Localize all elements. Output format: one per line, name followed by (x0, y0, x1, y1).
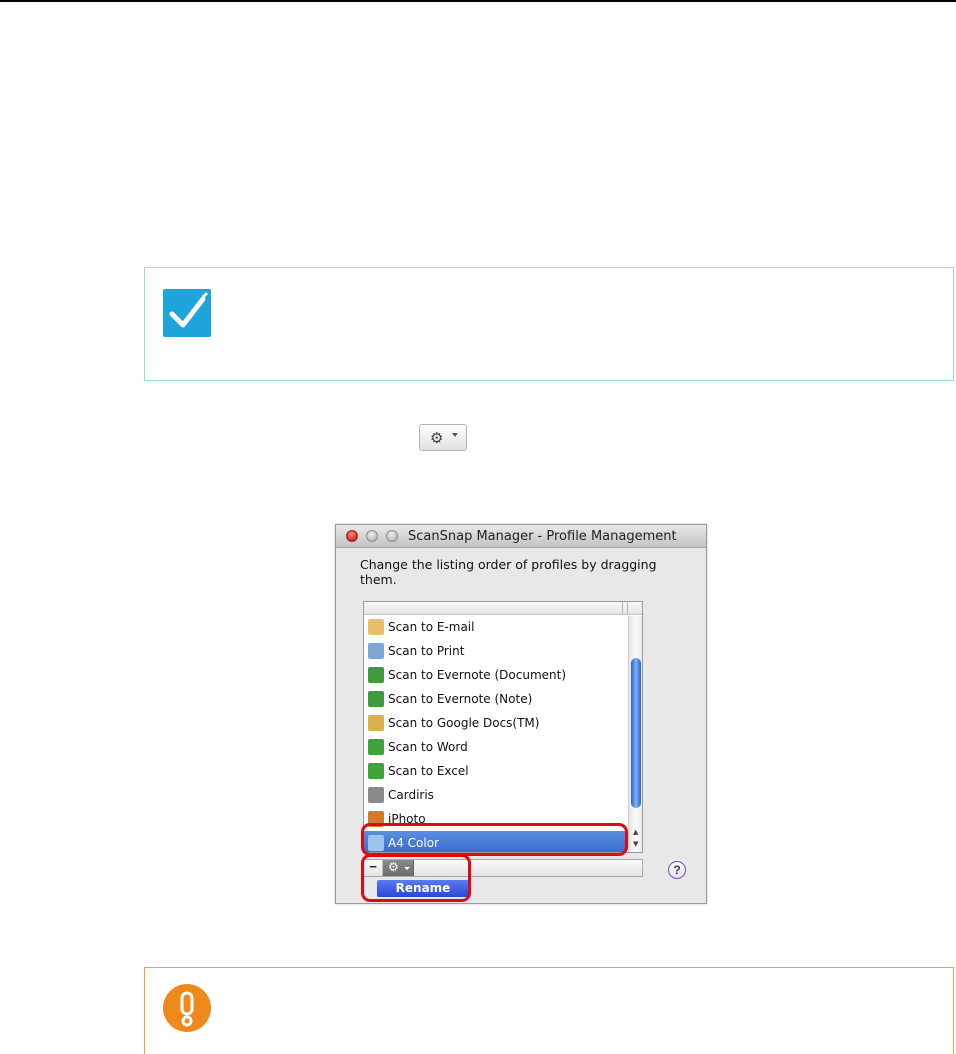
word-icon (368, 739, 384, 755)
selected-row-highlight (361, 823, 628, 856)
printer-icon (368, 643, 384, 659)
profile-row[interactable]: Scan to Word (364, 735, 627, 759)
scroll-down-icon[interactable]: ▼ (633, 840, 638, 848)
scroll-up-icon[interactable]: ▲ (633, 828, 638, 836)
profile-label: Scan to Excel (388, 764, 469, 778)
profile-label: Scan to Word (388, 740, 468, 754)
profile-management-window: ScanSnap Manager - Profile Management Ch… (335, 524, 707, 904)
profile-row[interactable]: Scan to Excel (364, 759, 627, 783)
google-docs-icon (368, 715, 384, 731)
gear-menu-button-illustration: ⚙ (419, 424, 467, 451)
profile-row[interactable]: Scan to Evernote (Document) (364, 663, 627, 687)
top-rule (0, 0, 956, 2)
zoom-button[interactable] (386, 530, 398, 542)
window-title: ScanSnap Manager - Profile Management (408, 529, 677, 544)
profile-row[interactable]: Cardiris (364, 783, 627, 807)
profile-label: Scan to Evernote (Document) (388, 668, 567, 682)
caution-box (144, 967, 954, 1054)
profile-list[interactable]: ▲ ▼ Scan to E-mail Scan to Print Scan to E… (363, 601, 643, 853)
close-button[interactable] (346, 530, 358, 542)
profile-label: Scan to Google Docs(TM) (388, 716, 540, 730)
exclamation-icon (163, 984, 211, 1032)
cardiris-icon (368, 787, 384, 803)
list-header (364, 602, 642, 615)
profile-row[interactable]: Scan to Print (364, 639, 627, 663)
scrollbar[interactable]: ▲ ▼ (628, 616, 642, 852)
evernote-document-icon (368, 667, 384, 683)
scrollbar-thumb[interactable] (631, 658, 641, 808)
excel-icon (368, 763, 384, 779)
profile-label: Scan to Print (388, 644, 465, 658)
instruction-text: Change the listing order of profiles by … (360, 557, 657, 587)
profile-row[interactable]: Scan to Evernote (Note) (364, 687, 627, 711)
email-icon (368, 619, 384, 635)
checkmark-icon (163, 289, 211, 337)
title-bar: ScanSnap Manager - Profile Management (336, 525, 706, 548)
help-button[interactable]: ? (668, 861, 686, 879)
profile-label: Scan to E-mail (388, 620, 475, 634)
profile-label: Cardiris (388, 788, 434, 802)
menu-highlight (361, 854, 471, 902)
gear-icon: ⚙ (430, 429, 444, 447)
profile-row[interactable]: Scan to E-mail (364, 615, 627, 639)
chevron-down-icon (452, 433, 458, 437)
evernote-note-icon (368, 691, 384, 707)
profile-row[interactable]: Scan to Google Docs(TM) (364, 711, 627, 735)
profile-label: Scan to Evernote (Note) (388, 692, 533, 706)
minimize-button[interactable] (366, 530, 378, 542)
hint-box (144, 267, 954, 381)
